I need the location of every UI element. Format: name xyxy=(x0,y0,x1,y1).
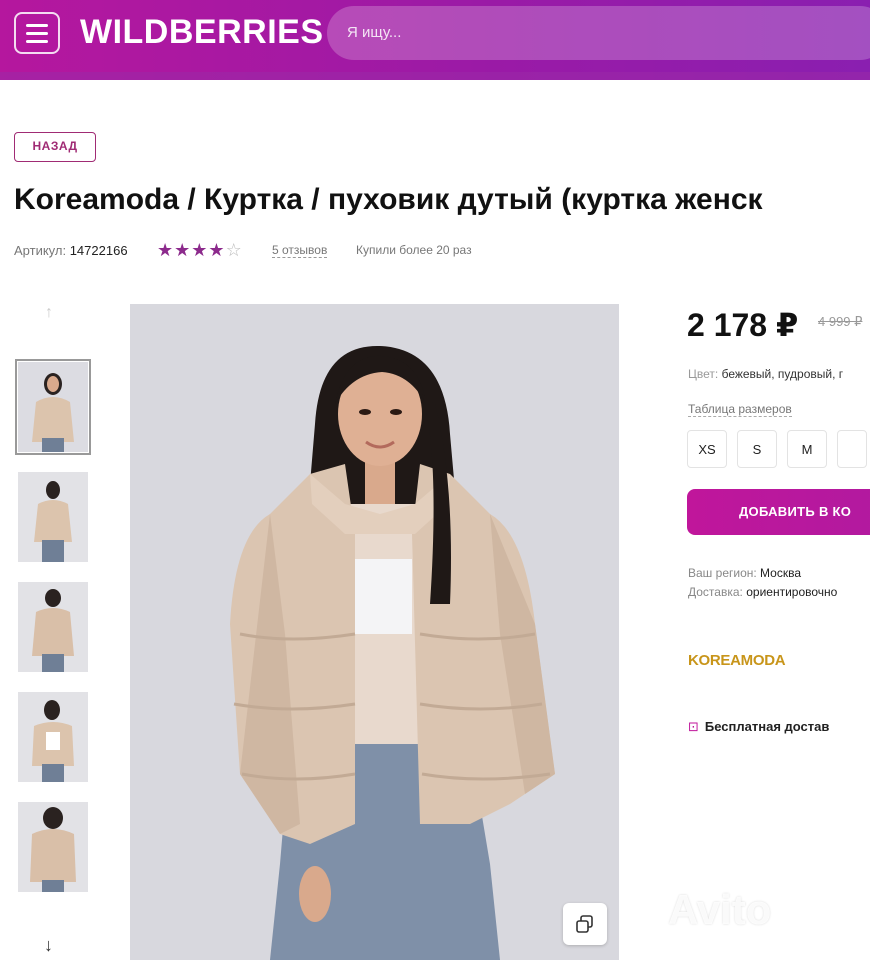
gallery-thumbnail[interactable] xyxy=(15,359,91,455)
region-label: Ваш регион: xyxy=(688,566,757,580)
sku-label: Артикул: xyxy=(14,243,67,258)
delivery-label: Доставка: xyxy=(688,585,743,599)
article-number: Артикул: 14722166 xyxy=(14,243,128,258)
add-to-cart-button[interactable]: ДОБАВИТЬ В КО xyxy=(687,489,870,535)
delivery-value: ориентировочно xyxy=(746,585,838,599)
size-option-s[interactable]: S xyxy=(737,430,777,468)
size-table-link[interactable]: Таблица размеров xyxy=(688,402,792,417)
gallery-thumbnail[interactable] xyxy=(18,692,88,782)
product-title: Koreamoda / Куртка / пуховик дутый (курт… xyxy=(14,183,763,216)
star-icon: ★ xyxy=(191,240,209,260)
avito-watermark: Avito xyxy=(668,886,772,933)
region-info: Ваш регион: Москва xyxy=(688,566,801,580)
arrow-up-icon[interactable]: ↑ xyxy=(45,304,53,322)
current-price: 2 178 ₽ xyxy=(687,307,799,343)
size-option-more[interactable] xyxy=(837,430,867,468)
top-header: WILDBERRIES Я ищу... xyxy=(0,0,870,80)
search-placeholder: Я ищу... xyxy=(347,24,402,41)
sku-value: 14722166 xyxy=(69,243,128,258)
reviews-link[interactable]: 5 отзывов xyxy=(272,243,328,258)
region-value[interactable]: Москва xyxy=(760,566,801,580)
header-divider xyxy=(0,72,870,80)
gallery-thumbnail[interactable] xyxy=(18,472,88,562)
wildberries-logo[interactable]: WILDBERRIES xyxy=(80,13,324,52)
color-label: Цвет: xyxy=(688,367,719,381)
back-button[interactable]: НАЗАД xyxy=(14,132,96,162)
product-main-image[interactable] xyxy=(130,304,619,960)
purchase-count: Купили более 20 раз xyxy=(356,243,472,257)
star-icon: ★ xyxy=(174,240,192,260)
delivery-info: Доставка: ориентировочно xyxy=(688,585,837,599)
star-outline-icon: ☆ xyxy=(225,240,243,260)
star-icon: ★ xyxy=(208,240,226,260)
size-option-xs[interactable]: XS xyxy=(687,430,727,468)
free-shipping-label: Бесплатная достав xyxy=(704,719,830,734)
free-shipping-info: ⊡ Бесплатная достав xyxy=(688,719,829,735)
brand-logo[interactable]: KOREAMODA xyxy=(688,652,786,669)
arrow-down-icon[interactable]: ↓ xyxy=(44,935,53,956)
box-icon: ⊡ xyxy=(688,719,699,734)
color-info: Цвет: бежевый, пудровый, г xyxy=(688,367,843,381)
star-icon: ★ xyxy=(157,240,175,260)
zoom-icon[interactable] xyxy=(563,903,607,945)
hamburger-menu-icon[interactable] xyxy=(14,12,60,54)
old-price: 4 999 ₽ xyxy=(818,314,863,329)
gallery-thumbnail[interactable] xyxy=(18,582,88,672)
gallery-thumbnail[interactable] xyxy=(18,802,88,892)
color-value: бежевый, пудровый, г xyxy=(721,367,844,381)
search-input[interactable]: Я ищу... xyxy=(327,6,870,60)
rating-stars: ★★★★☆ xyxy=(157,240,243,261)
size-option-m[interactable]: M xyxy=(787,430,827,468)
